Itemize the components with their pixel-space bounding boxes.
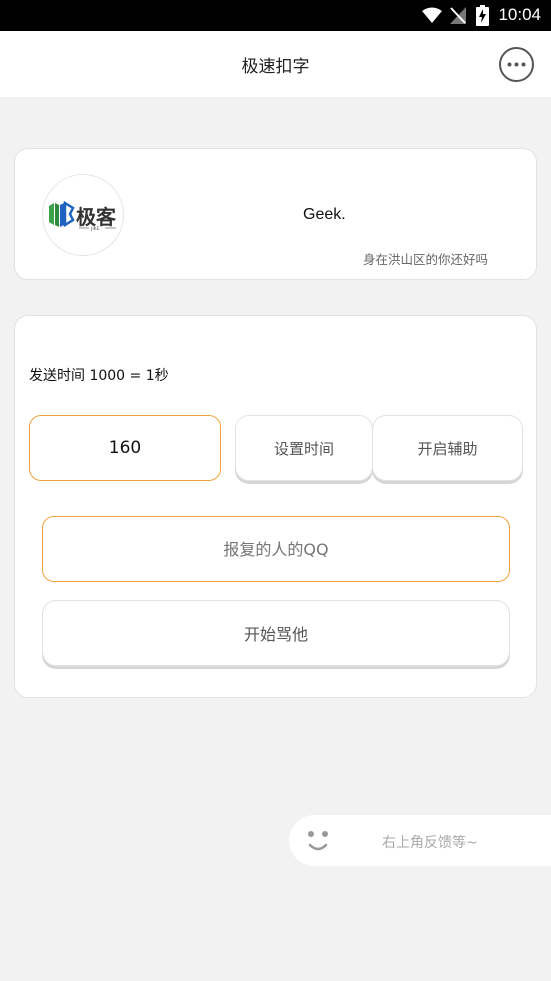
- no-signal-icon: [450, 7, 466, 24]
- profile-card: 极客 JIKE Geek. 身在洪山区的你还好吗: [14, 148, 537, 280]
- profile-name: Geek.: [303, 206, 346, 223]
- feedback-text: 右上角反馈等~: [382, 835, 478, 851]
- app-bar: 极速扣字: [0, 31, 551, 97]
- page-title: 极速扣字: [241, 57, 310, 77]
- wifi-icon: [422, 7, 442, 23]
- status-bar: 10:04: [0, 0, 551, 31]
- smiley-face-icon: [308, 831, 328, 851]
- control-card: 发送时间 1000 = 1秒 设置时间 开启辅助 开始骂他: [14, 315, 537, 698]
- app-logo: 极客 JIKE: [42, 174, 124, 256]
- feedback-bubble[interactable]: 右上角反馈等~: [289, 815, 551, 866]
- more-options-icon[interactable]: [498, 46, 535, 83]
- logo-subtext: JIKE: [90, 226, 100, 232]
- interval-hint-label: 发送时间 1000 = 1秒: [29, 368, 169, 384]
- start-button[interactable]: 开始骂他: [42, 600, 510, 666]
- interval-input[interactable]: [29, 415, 221, 481]
- battery-charging-icon: [476, 5, 489, 26]
- set-time-button[interactable]: 设置时间: [235, 415, 373, 481]
- profile-greeting: 身在洪山区的你还好吗: [363, 252, 489, 267]
- target-qq-input[interactable]: [42, 516, 510, 582]
- status-time: 10:04: [498, 5, 541, 24]
- jike-logo-icon: 极客 JIKE: [49, 200, 117, 232]
- logo-wordmark: 极客: [76, 205, 117, 229]
- enable-assist-button[interactable]: 开启辅助: [372, 415, 523, 481]
